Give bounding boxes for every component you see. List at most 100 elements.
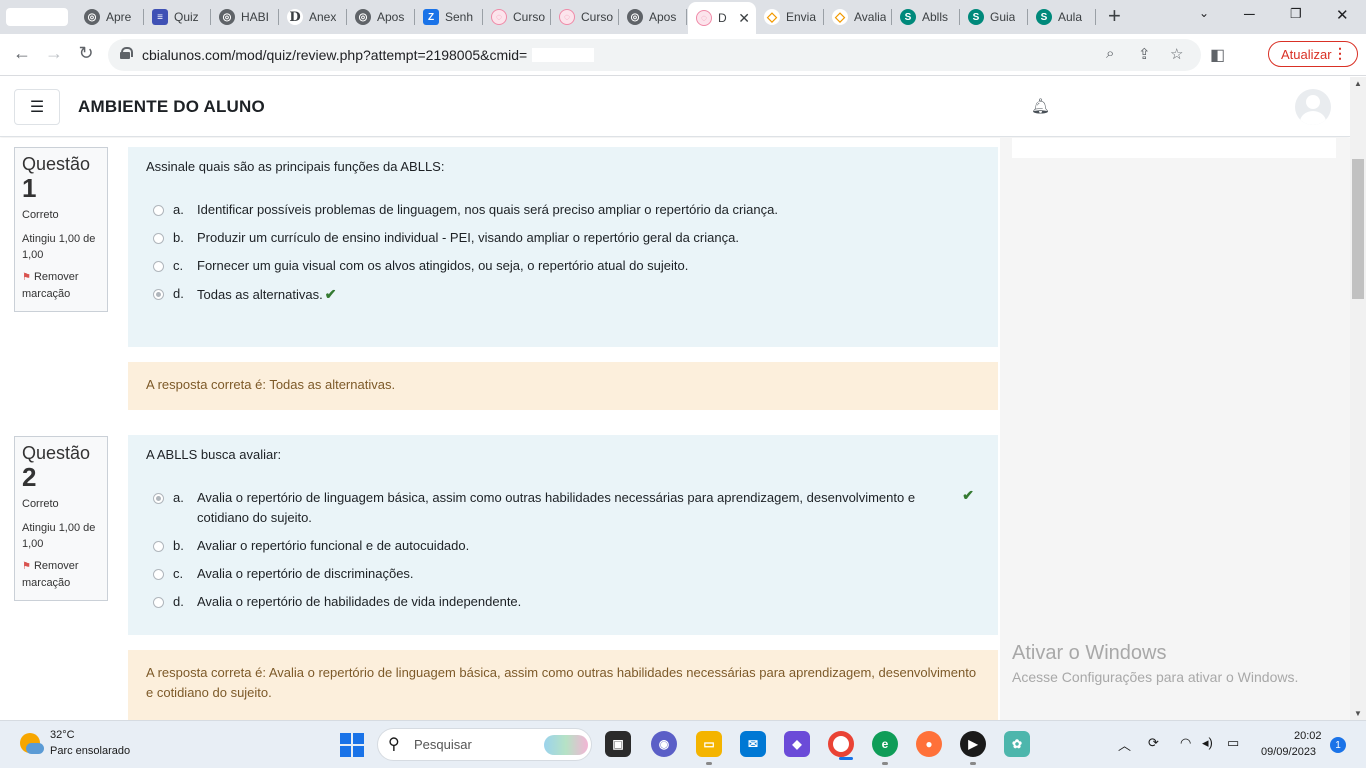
- weather-temperature[interactable]: 32°C: [50, 729, 75, 741]
- zoom-icon[interactable]: ⌕: [1106, 45, 1114, 62]
- question-info: Questão 1 Correto Atingiu 1,00 de 1,00 ⚑…: [14, 147, 108, 312]
- question-text: Assinale quais são as principais funções…: [146, 159, 445, 174]
- browser-tab-active[interactable]: ◌ D ✕: [688, 2, 756, 34]
- browser-tab[interactable]: ≡ Quiz: [144, 4, 211, 30]
- answer-radio-checked[interactable]: [153, 493, 164, 504]
- lock-icon[interactable]: [120, 47, 133, 59]
- close-tab-icon[interactable]: ✕: [738, 10, 750, 27]
- browser-tab[interactable]: ◎ HABI: [211, 4, 279, 30]
- answer-radio[interactable]: [153, 205, 164, 216]
- firefox-icon[interactable]: ●: [916, 731, 942, 757]
- answer-radio[interactable]: [153, 597, 164, 608]
- answer-radio[interactable]: [153, 233, 164, 244]
- answer-option[interactable]: b. Produzir um currículo de ensino indiv…: [146, 228, 980, 248]
- tab-title: HABI: [241, 10, 270, 24]
- weather-description[interactable]: Parc ensolarado: [50, 745, 130, 757]
- battery-icon[interactable]: ▭: [1227, 735, 1239, 751]
- notification-badge[interactable]: 1: [1330, 737, 1346, 753]
- taskbar-search[interactable]: ⚲ Pesquisar: [377, 728, 592, 761]
- minimize-icon[interactable]: ─: [1244, 6, 1255, 23]
- answer-option-selected[interactable]: a. Avalia o repertório de linguagem bási…: [146, 487, 980, 528]
- browser-tab[interactable]: Z Senh: [415, 4, 483, 30]
- restore-icon[interactable]: ❐: [1290, 6, 1302, 22]
- user-avatar[interactable]: [1295, 89, 1331, 125]
- answer-option[interactable]: d. Avalia o repertório de habilidades de…: [146, 592, 980, 612]
- tab-title: D: [718, 11, 727, 25]
- answer-option[interactable]: b. Avaliar o repertório funcional e de a…: [146, 536, 980, 556]
- volume-icon[interactable]: ◂): [1202, 735, 1213, 751]
- answer-option[interactable]: c. Avalia o repertório de discriminações…: [146, 564, 980, 584]
- close-window-icon[interactable]: ✕: [1336, 6, 1349, 24]
- browser-tab[interactable]: ◌ Curso: [551, 4, 619, 30]
- browser-tab-strip: ◎ Apre ≡ Quiz ◎ HABI D Anex ◎ Apos Z Sen…: [0, 0, 1366, 34]
- edge-icon[interactable]: e: [872, 731, 898, 765]
- wifi-icon[interactable]: ◠: [1180, 735, 1191, 751]
- show-hidden-icons-icon[interactable]: ︿: [1118, 735, 1131, 754]
- browser-tab[interactable]: S Guia: [960, 4, 1028, 30]
- answer-radio[interactable]: [153, 261, 164, 272]
- question-state: Correto: [22, 498, 59, 510]
- redacted-tab[interactable]: [6, 8, 68, 26]
- question-feedback: A resposta correta é: Avalia o repertóri…: [128, 650, 998, 720]
- brain-icon: ◌: [696, 10, 712, 26]
- answer-option[interactable]: c. Fornecer um guia visual com os alvos …: [146, 256, 980, 276]
- side-panel-icon[interactable]: ◧: [1210, 45, 1225, 65]
- tab-title: Ablls: [922, 10, 949, 24]
- file-explorer-icon[interactable]: ▭: [696, 731, 722, 765]
- menu-toggle-button[interactable]: ☰: [14, 89, 60, 125]
- scrollbar-thumb[interactable]: [1352, 159, 1364, 299]
- flag-toggle[interactable]: ⚑ Remover marcação: [22, 558, 100, 591]
- copilot-icon[interactable]: ◆: [784, 731, 810, 757]
- flag-toggle[interactable]: ⚑ Remover marcação: [22, 269, 100, 302]
- task-view-icon[interactable]: ▣: [605, 731, 631, 757]
- s-icon: S: [1036, 9, 1052, 25]
- answer-radio-checked[interactable]: [153, 289, 164, 300]
- browser-tab[interactable]: ◇ Envia: [756, 4, 824, 30]
- sync-alert-icon[interactable]: ⟳: [1148, 735, 1159, 751]
- url-text[interactable]: cbialunos.com/mod/quiz/review.php?attemp…: [142, 47, 527, 63]
- tab-search-icon[interactable]: ⌄: [1199, 6, 1209, 20]
- browser-tab[interactable]: ◎ Apos: [347, 4, 415, 30]
- chrome-icon[interactable]: [828, 731, 854, 760]
- site-title[interactable]: AMBIENTE DO ALUNO: [78, 97, 265, 117]
- answer-text: Produzir um currículo de ensino individu…: [197, 230, 739, 245]
- hamburger-icon: ☰: [29, 99, 45, 116]
- media-player-icon[interactable]: ▶: [960, 731, 986, 765]
- browser-tab[interactable]: ◌ Curso: [483, 4, 551, 30]
- answer-letter: c.: [173, 566, 184, 581]
- update-button[interactable]: Atualizar ⋮: [1268, 41, 1358, 67]
- new-tab-icon[interactable]: +: [1108, 5, 1121, 27]
- answer-radio[interactable]: [153, 541, 164, 552]
- app-icon[interactable]: ✿: [1004, 731, 1030, 757]
- share-icon[interactable]: ⇪: [1138, 45, 1151, 63]
- back-icon[interactable]: ←: [10, 43, 34, 64]
- chat-icon[interactable]: ◉: [651, 731, 677, 757]
- answer-option-selected[interactable]: d. Todas as alternativas. ✔: [146, 284, 980, 305]
- tab-title: Apre: [106, 10, 132, 24]
- notification-bell-icon[interactable]: 🔔︎: [1031, 97, 1050, 115]
- answer-radio[interactable]: [153, 569, 164, 580]
- browser-tab[interactable]: S Ablls: [892, 4, 960, 30]
- clock-time[interactable]: 20:02: [1294, 730, 1322, 742]
- bookmark-star-icon[interactable]: ☆: [1170, 45, 1183, 63]
- browser-tab[interactable]: ◇ Avalia: [824, 4, 892, 30]
- reload-icon[interactable]: ↻: [74, 43, 98, 64]
- clock-date[interactable]: 09/09/2023: [1261, 746, 1316, 758]
- browser-tab[interactable]: S Aula: [1028, 4, 1096, 30]
- forward-icon[interactable]: →: [42, 43, 66, 64]
- right-drawer: [1000, 138, 1350, 720]
- browser-tab[interactable]: ◎ Apos: [619, 4, 687, 30]
- address-bar[interactable]: cbialunos.com/mod/quiz/review.php?attemp…: [108, 39, 1201, 71]
- flag-icon: ⚑: [22, 561, 31, 572]
- weather-icon[interactable]: [18, 731, 44, 757]
- browser-tab[interactable]: D Anex: [279, 4, 347, 30]
- answer-option[interactable]: a. Identificar possíveis problemas de li…: [146, 200, 980, 220]
- d-icon: D: [287, 9, 303, 25]
- mail-icon[interactable]: ✉: [740, 731, 766, 757]
- windows-start-icon[interactable]: [340, 733, 364, 757]
- scroll-down-icon[interactable]: ▼: [1354, 709, 1362, 718]
- scroll-up-icon[interactable]: ▲: [1354, 79, 1362, 88]
- menu-dots-icon[interactable]: ⋮: [1333, 45, 1347, 62]
- page-scrollbar[interactable]: ▲ ▼: [1350, 77, 1366, 720]
- browser-tab[interactable]: ◎ Apre: [76, 4, 144, 30]
